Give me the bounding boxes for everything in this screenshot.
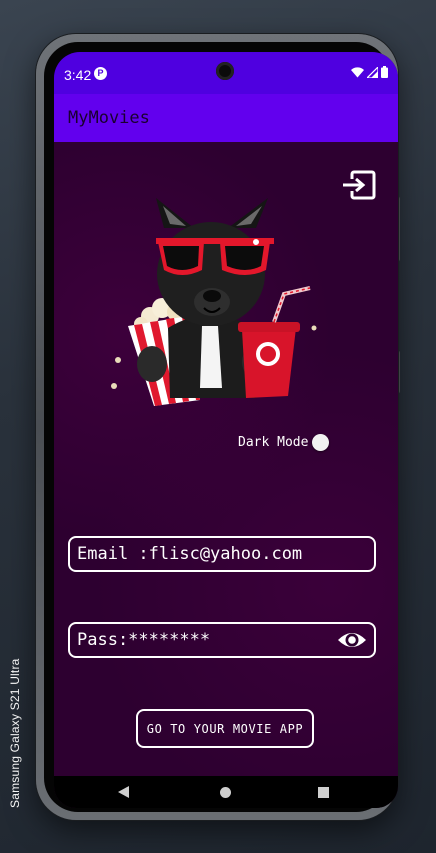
notification-app-icon: P [94, 67, 107, 80]
mascot-image [111, 198, 317, 406]
go-to-movie-app-button[interactable]: GO TO YOUR MOVIE APP [136, 709, 314, 748]
front-camera [216, 62, 234, 80]
dark-mode-switch[interactable] [312, 434, 330, 451]
status-time: 3:42 [64, 67, 92, 83]
battery-icon [381, 66, 388, 78]
logout-icon[interactable] [342, 170, 376, 200]
phone-frame: 3:42 P MyMovies Dark Mode Email:flisc@y… [36, 34, 398, 820]
app-bar: MyMovies [54, 94, 398, 142]
wifi-icon [351, 66, 364, 77]
go-button-label: GO TO YOUR MOVIE APP [146, 721, 304, 736]
status-bar: 3:42 P [54, 52, 398, 94]
login-content: Dark Mode Email :flisc@yahoo.com Pass:**… [54, 142, 398, 776]
email-field[interactable]: Email :flisc@yahoo.com [68, 536, 376, 572]
password-field-text: Pass:******** [77, 630, 211, 650]
dark-mode-row: Dark Mode [238, 434, 330, 451]
email-field-text: Email :flisc@yahoo.com [77, 544, 303, 564]
navigation-bar [54, 776, 398, 808]
recent-apps-icon[interactable] [318, 787, 329, 798]
home-icon[interactable] [220, 787, 231, 798]
status-icons [351, 66, 388, 78]
signal-icon [367, 66, 378, 78]
password-field[interactable]: Pass:******** [68, 622, 376, 658]
back-icon[interactable] [118, 786, 129, 798]
phone-screen: 3:42 P MyMovies Dark Mode Email:flisc@y… [54, 52, 398, 808]
app-title: MyMovies [68, 108, 150, 128]
dark-mode-label: Dark Mode [238, 435, 309, 450]
eye-icon[interactable] [337, 629, 367, 651]
device-label: Samsung Galaxy S21 Ultra [8, 658, 22, 808]
phone-bezel: 3:42 P MyMovies Dark Mode Email:flisc@y… [44, 42, 398, 812]
